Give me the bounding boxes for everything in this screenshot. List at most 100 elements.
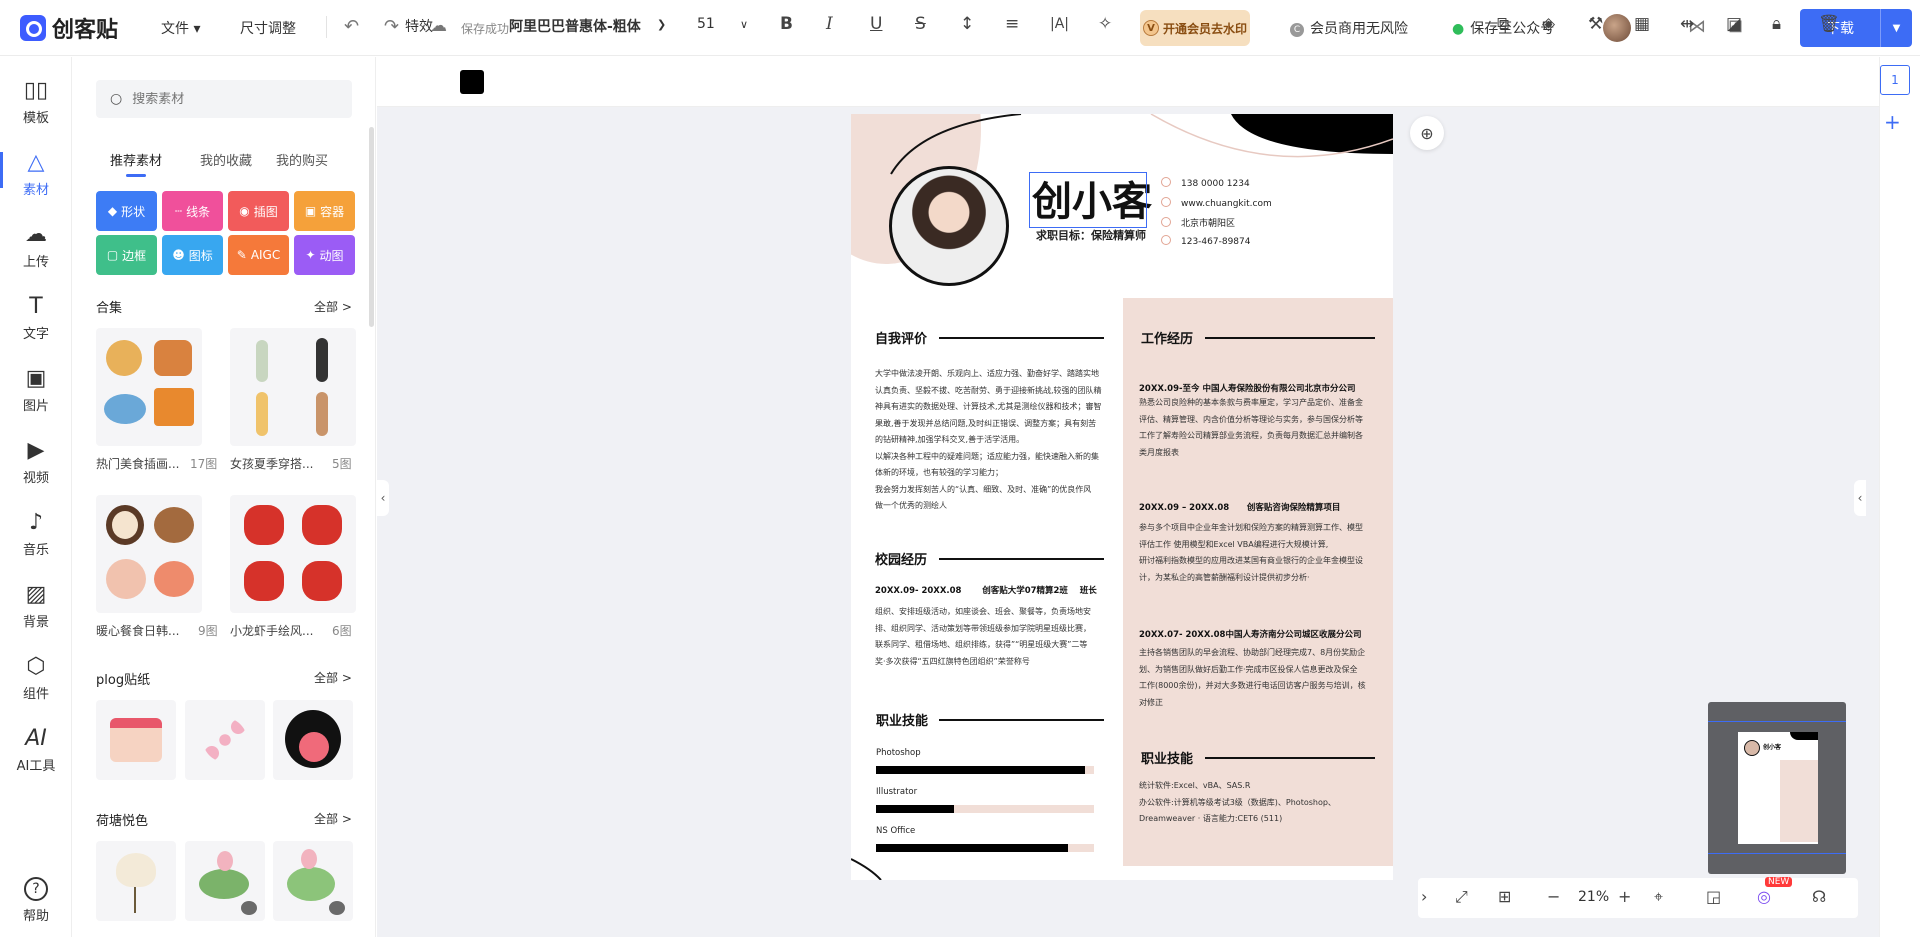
lotus-more-link[interactable]: 全部 > bbox=[314, 810, 352, 827]
category-icon[interactable]: ☻ 图标 bbox=[162, 235, 223, 275]
collection-card-crayfish[interactable] bbox=[230, 495, 356, 613]
collapse-right-icon[interactable]: ‹ bbox=[1854, 480, 1866, 516]
letter-spacing-icon[interactable]: |A| bbox=[1050, 16, 1069, 32]
text-color-swatch[interactable] bbox=[460, 70, 484, 94]
transparency-icon[interactable]: ▦ bbox=[1634, 14, 1650, 34]
category-border[interactable]: ▢ 边框 bbox=[96, 235, 157, 275]
campus-text[interactable]: 组织、安排班级活动，如座谈会、班会、聚餐等，负责场地安 排、组织同学、活动策划等… bbox=[875, 604, 1115, 670]
zoom-out-icon[interactable]: − bbox=[1547, 887, 1560, 906]
skill-label[interactable]: NS Office bbox=[876, 826, 915, 836]
skills-title[interactable]: 职业技能 bbox=[876, 710, 928, 729]
add-comment-icon[interactable]: ⊕ bbox=[1410, 116, 1444, 150]
self-eval-title[interactable]: 自我评价 bbox=[875, 328, 927, 347]
expand-icon[interactable]: › bbox=[1421, 887, 1427, 906]
flip-icon[interactable]: ⇹ bbox=[1680, 14, 1694, 34]
commercial-link[interactable]: C 会员商用无风险 bbox=[1290, 18, 1408, 38]
work-heading[interactable]: 20XX.09-至今 中国人寿保险股份有限公司北京市分公司 bbox=[1139, 382, 1355, 394]
work-text[interactable]: 熟悉公司良险种的基本条款与费率厘定，学习产品定价、准备金 评估、精算管理、内含价… bbox=[1139, 395, 1387, 461]
lotus-item[interactable] bbox=[273, 841, 353, 921]
fit-screen-icon[interactable]: ⤢ bbox=[1455, 887, 1468, 907]
category-container[interactable]: ▣ 容器 bbox=[294, 191, 355, 231]
plog-sticker-cake[interactable] bbox=[96, 700, 176, 780]
self-eval-text[interactable]: 大学中做法凌开朗、乐观向上、适应力强、勤奋好学、踏踏实地 认真负责、坚毅不拔、吃… bbox=[875, 366, 1115, 515]
category-aigc[interactable]: ✎ AIGC bbox=[228, 235, 289, 275]
profile-photo[interactable] bbox=[889, 166, 1009, 286]
font-dropdown-icon[interactable]: ❯ bbox=[657, 18, 666, 31]
tab-purchased[interactable]: 我的购买 bbox=[276, 150, 328, 169]
collection-card-meal[interactable] bbox=[96, 495, 202, 613]
work-heading[interactable]: 20XX.07- 20XX.08中国人寿济南分公司城区收展分公司 bbox=[1139, 628, 1361, 640]
bold-icon[interactable]: B bbox=[780, 14, 793, 34]
category-illustration[interactable]: ◉ 插图 bbox=[228, 191, 289, 231]
resume-canvas[interactable]: 求职目标：保险精算师 创小客 138 0000 1234 www.chuangk… bbox=[851, 114, 1393, 880]
collection-card-food[interactable] bbox=[96, 328, 202, 446]
align-icon[interactable]: ≡ bbox=[1005, 14, 1019, 34]
panel-scrollbar[interactable] bbox=[369, 127, 374, 327]
nav-music[interactable]: ♪ 音乐 bbox=[0, 510, 72, 558]
tab-favorites[interactable]: 我的收藏 bbox=[200, 150, 252, 169]
job-goal[interactable]: 求职目标：保险精算师 bbox=[1036, 227, 1146, 243]
skills2-text[interactable]: 统计软件:Excel、vBA、SAS.R 办公软件:计算机等级考试3级（数据库)… bbox=[1139, 778, 1389, 828]
nav-video[interactable]: ▶ 视频 bbox=[0, 438, 72, 486]
vip-button[interactable]: V 开通会员去水印 bbox=[1140, 10, 1250, 46]
contact-phone[interactable]: 138 0000 1234 bbox=[1161, 177, 1250, 189]
focus-icon[interactable]: ⌖ bbox=[1654, 887, 1663, 907]
lock-icon[interactable]: 🔒︎ bbox=[1772, 14, 1781, 34]
search-input[interactable] bbox=[132, 91, 333, 107]
tab-recommended[interactable]: 推荐素材 bbox=[110, 150, 162, 169]
duplicate-icon[interactable]: ⧉ bbox=[1497, 14, 1509, 34]
skill-label[interactable]: Illustrator bbox=[876, 787, 917, 797]
resize-button[interactable]: 尺寸调整 bbox=[240, 18, 296, 38]
download-button[interactable]: 下载 ▼ bbox=[1800, 9, 1912, 47]
customer-service-icon[interactable]: ☊ bbox=[1812, 887, 1826, 906]
grid-icon[interactable]: ⊞ bbox=[1498, 887, 1511, 906]
file-menu[interactable]: 文件 ▾ bbox=[161, 18, 200, 38]
nav-help[interactable]: ? 帮助 bbox=[0, 877, 72, 924]
add-page-icon[interactable]: + bbox=[1884, 110, 1901, 134]
selection-box[interactable] bbox=[1029, 172, 1147, 228]
user-avatar[interactable] bbox=[1603, 14, 1631, 42]
font-size-input[interactable]: 51 bbox=[697, 16, 715, 32]
skill-bar-office[interactable] bbox=[876, 844, 1094, 852]
nav-image[interactable]: ▣ 图片 bbox=[0, 366, 72, 414]
nav-upload[interactable]: ☁ 上传 bbox=[0, 222, 72, 270]
effects-button[interactable]: 特效 bbox=[405, 16, 433, 36]
nav-ai-tools[interactable]: AI AI工具 bbox=[0, 726, 72, 774]
contact-address[interactable]: 北京市朝阳区 bbox=[1161, 216, 1235, 229]
undo-icon[interactable]: ↶ bbox=[344, 16, 359, 37]
minimap-toggle-icon[interactable]: ◲ bbox=[1706, 887, 1721, 906]
plog-sticker-flowers[interactable] bbox=[185, 700, 265, 780]
campus-title[interactable]: 校园经历 bbox=[875, 549, 927, 568]
delete-icon[interactable]: 🗑︎ bbox=[1818, 14, 1840, 34]
category-animation[interactable]: ✦ 动图 bbox=[294, 235, 355, 275]
nav-component[interactable]: ⬡ 组件 bbox=[0, 654, 72, 702]
nav-material[interactable]: △ 素材 bbox=[0, 150, 72, 198]
lotus-item[interactable] bbox=[96, 841, 176, 921]
redo-icon[interactable]: ↷ bbox=[384, 16, 399, 37]
zoom-in-icon[interactable]: + bbox=[1618, 887, 1631, 906]
contact-tel[interactable]: 123-467-89874 bbox=[1161, 235, 1250, 247]
nav-background[interactable]: ▨ 背景 bbox=[0, 582, 72, 630]
nav-template[interactable]: ▯▯ 模板 bbox=[0, 78, 72, 126]
lotus-item[interactable] bbox=[185, 841, 265, 921]
nav-text[interactable]: T 文字 bbox=[0, 294, 72, 342]
skills2-title[interactable]: 职业技能 bbox=[1141, 748, 1193, 767]
work-text[interactable]: 主持各销售团队的早会流程、协助部门经理完成7、8月份奖励企 划、为销售团队做好后… bbox=[1139, 645, 1387, 711]
collection-card-outfit[interactable] bbox=[230, 328, 356, 446]
plog-sticker-face[interactable] bbox=[273, 700, 353, 780]
category-line[interactable]: ┄ 线条 bbox=[162, 191, 223, 231]
shadow-icon[interactable]: ◪ bbox=[1726, 14, 1742, 34]
underline-icon[interactable]: U bbox=[870, 14, 882, 34]
work-heading[interactable]: 20XX.09 – 20XX.08 创客贴咨询保险精算项目 bbox=[1139, 501, 1340, 513]
size-dropdown-icon[interactable]: ∨ bbox=[740, 18, 748, 31]
work-title[interactable]: 工作经历 bbox=[1141, 328, 1193, 347]
chevron-down-icon[interactable]: ▼ bbox=[1880, 9, 1912, 47]
zoom-level[interactable]: 21% bbox=[1578, 889, 1609, 905]
page-thumbnail[interactable]: 1 bbox=[1880, 65, 1910, 95]
campus-heading[interactable]: 20XX.09- 20XX.08 创客贴大学07精算2班 班长 bbox=[875, 584, 1097, 596]
collection-more-link[interactable]: 全部 > bbox=[314, 298, 352, 315]
ai-assistant-icon[interactable]: ◎ bbox=[1757, 887, 1771, 906]
italic-icon[interactable]: I bbox=[826, 14, 833, 34]
collapse-panel-icon[interactable]: ‹ bbox=[377, 480, 389, 516]
work-text[interactable]: 参与多个项目中企业年金计划和保险方案的精算测算工作、模型 评估工作 使用模型和E… bbox=[1139, 520, 1387, 586]
